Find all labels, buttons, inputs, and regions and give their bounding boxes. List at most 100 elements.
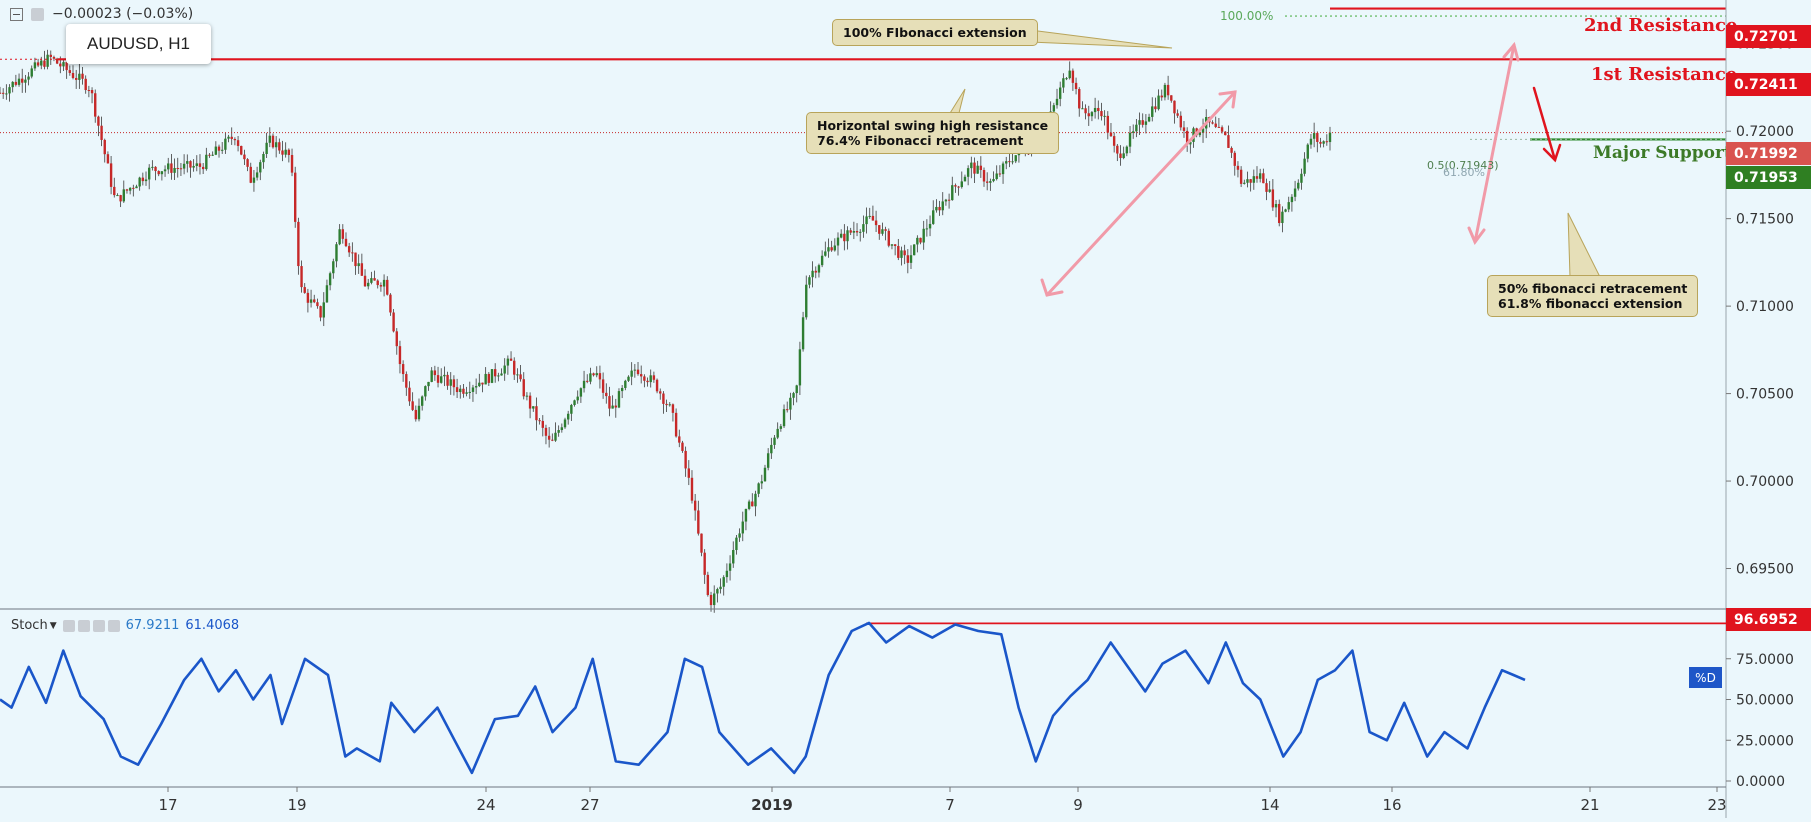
candle-body — [586, 380, 589, 382]
resistance-1-label: 1st Resistance — [1591, 64, 1738, 85]
candle-body — [487, 373, 491, 383]
symbol-label[interactable]: AUDUSD, H1 — [66, 24, 211, 64]
candle-body — [944, 199, 948, 202]
candle-body — [468, 391, 471, 393]
candle-body — [179, 168, 183, 170]
candle-body — [43, 60, 46, 67]
candle-body — [309, 299, 313, 303]
candle-body — [738, 533, 741, 538]
candle-body — [697, 510, 700, 534]
candle-body — [1306, 144, 1309, 159]
candle-body — [833, 245, 837, 251]
candle-body — [1141, 120, 1144, 125]
candle-body — [859, 231, 862, 233]
candle-body — [116, 195, 119, 197]
candle-body — [481, 382, 484, 385]
gear-icon[interactable] — [77, 619, 90, 632]
candle-body — [1144, 121, 1148, 125]
candle-body — [881, 229, 884, 234]
candle-body — [557, 430, 560, 433]
candle-body — [655, 379, 659, 392]
candle-body — [770, 444, 773, 454]
candle-body — [430, 370, 433, 382]
candle-body — [786, 409, 789, 411]
swing-high-note-line2: 76.4% Fibonacci retracement — [817, 133, 1024, 148]
candle-body — [151, 166, 154, 168]
swing-high-note-line1: Horizontal swing high resistance — [817, 118, 1049, 133]
candle-body — [1087, 113, 1090, 117]
candle-body — [1230, 147, 1233, 153]
candle-body — [1, 92, 5, 94]
candle-body — [217, 146, 221, 151]
candle-body — [97, 116, 100, 126]
candle-body — [728, 563, 732, 571]
candle-body — [500, 373, 503, 376]
candle-body — [255, 172, 259, 178]
time-tick-label: 21 — [1580, 796, 1599, 814]
candle-body — [782, 409, 786, 427]
candle-body — [976, 165, 979, 174]
candle-body — [624, 380, 627, 388]
candle-body — [554, 432, 557, 441]
candle-body — [40, 60, 43, 66]
chevron-down-icon[interactable]: ▼ — [50, 621, 57, 631]
add-icon[interactable] — [92, 619, 105, 632]
candle-body — [817, 265, 821, 273]
candle-body — [897, 245, 900, 258]
candle-body — [966, 168, 970, 177]
candle-body — [214, 146, 218, 155]
collapse-icon[interactable] — [10, 7, 23, 21]
candle-body — [14, 81, 18, 85]
candle-body — [570, 404, 573, 414]
r1-price-tag: 0.72411 — [1726, 73, 1811, 96]
candle-body — [252, 177, 256, 183]
price-tick-label: 0.69500 — [1736, 562, 1794, 578]
candle-body — [141, 177, 145, 182]
candle-body — [878, 225, 881, 234]
candle-body — [811, 270, 814, 278]
stoch-name[interactable]: Stoch — [11, 618, 48, 633]
candle-body — [649, 375, 652, 383]
candle-body — [90, 90, 94, 94]
candle-body — [1014, 155, 1017, 162]
candle-body — [706, 574, 710, 595]
candle-body — [201, 166, 205, 170]
candle-body — [763, 467, 767, 482]
time-tick-label: 27 — [580, 796, 599, 814]
stoch-tick-label: 50.0000 — [1736, 693, 1794, 709]
candle-body — [1119, 153, 1122, 159]
candle-body — [382, 279, 386, 287]
candle-body — [1236, 165, 1240, 170]
candle-body — [81, 73, 84, 79]
close-icon[interactable] — [107, 619, 120, 632]
eye-icon[interactable] — [31, 7, 44, 21]
candle-body — [789, 397, 792, 410]
candle-body — [839, 233, 843, 238]
candle-body — [240, 145, 243, 155]
candle-body — [1328, 132, 1332, 143]
candle-body — [1058, 87, 1062, 99]
candle-body — [951, 185, 954, 201]
candle-body — [1081, 108, 1084, 110]
candle-body — [716, 589, 719, 594]
candle-body — [1097, 107, 1100, 112]
candle-body — [1239, 169, 1243, 184]
candle-body — [436, 375, 440, 383]
candle-body — [147, 167, 151, 180]
candle-body — [909, 255, 913, 263]
candle-body — [830, 247, 833, 251]
candle-body — [1249, 179, 1252, 183]
eye-icon[interactable] — [62, 619, 75, 632]
candle-body — [1154, 106, 1157, 110]
candle-body — [560, 427, 564, 431]
candle-body — [160, 171, 164, 175]
candle-body — [1290, 196, 1294, 203]
candle-body — [224, 138, 227, 150]
candle-body — [982, 170, 986, 182]
candle-body — [843, 233, 846, 242]
candle-body — [678, 436, 681, 443]
candle-body — [532, 406, 535, 409]
candle-body — [303, 287, 306, 293]
stoch-legend[interactable]: Stoch ▼ 67.9211 61.4068 — [11, 618, 239, 633]
candle-body — [493, 369, 497, 377]
